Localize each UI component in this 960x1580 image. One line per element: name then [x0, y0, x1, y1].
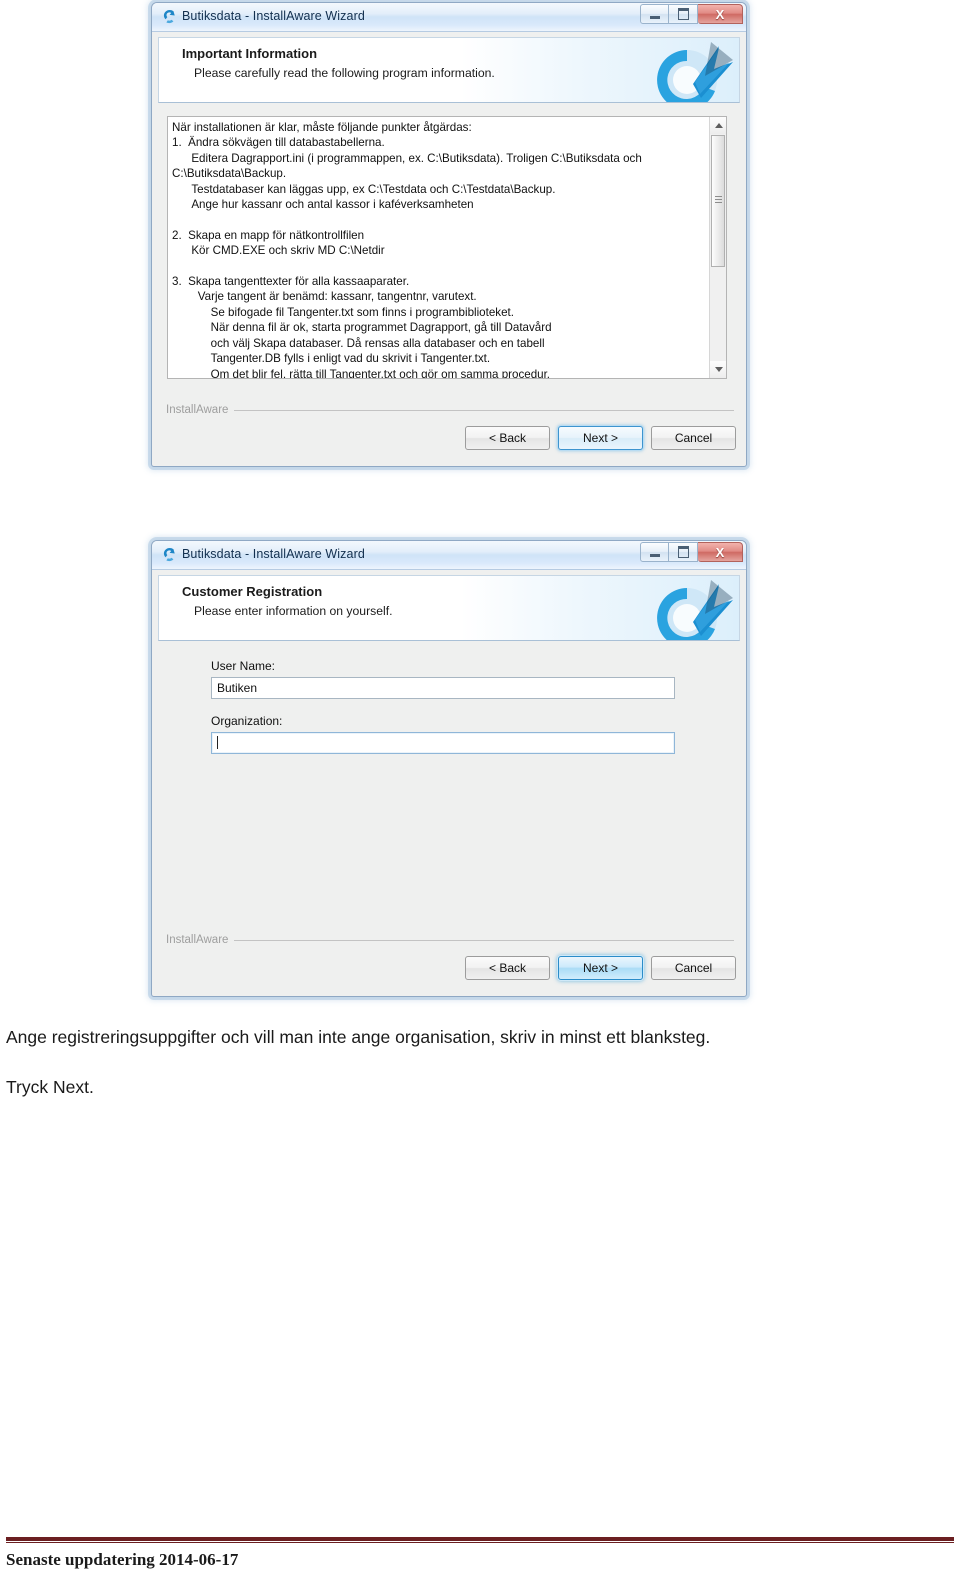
wizard-footer: InstallAware < Back Next > Cancel — [158, 402, 740, 460]
title-bar-text: Butiksdata - InstallAware Wizard — [182, 9, 365, 23]
cancel-button[interactable]: Cancel — [651, 426, 736, 450]
scrollbar-thumb[interactable] — [711, 135, 725, 267]
brand-divider — [234, 939, 734, 941]
wizard-header-band: Important Information Please carefully r… — [158, 37, 740, 103]
user-name-label: User Name: — [211, 659, 276, 673]
brand-row: InstallAware — [166, 404, 734, 416]
text-caret — [217, 736, 218, 749]
wizard-page-subtitle: Please carefully read the following prog… — [194, 66, 495, 80]
organization-label: Organization: — [211, 714, 283, 728]
wizard-page-title: Important Information — [182, 46, 318, 61]
next-button[interactable]: Next > — [558, 956, 643, 980]
blue-circular-arrow-logo — [657, 42, 733, 102]
footer-rule-thick — [6, 1537, 954, 1541]
footer-rule-thin — [6, 1542, 954, 1543]
installaware-swirl-icon — [163, 547, 175, 562]
minimize-button[interactable] — [640, 4, 669, 24]
wizard-footer: InstallAware < Back Next > Cancel — [158, 932, 740, 990]
page-footer: Senaste uppdatering 2014-06-17 — [0, 1537, 960, 1570]
instruction-paragraph-1: Ange registreringsuppgifter och vill man… — [6, 1027, 711, 1047]
next-button[interactable]: Next > — [558, 426, 643, 450]
minimize-icon — [649, 553, 660, 557]
close-icon: X — [715, 6, 725, 22]
installaware-brand-label: InstallAware — [166, 934, 229, 946]
maximize-icon — [677, 8, 689, 20]
installaware-swirl-icon — [163, 9, 175, 24]
back-button[interactable]: < Back — [465, 956, 550, 980]
vertical-scrollbar[interactable] — [709, 117, 726, 378]
blue-circular-arrow-logo — [657, 580, 733, 640]
scroll-down-button[interactable] — [710, 361, 726, 378]
scroll-up-arrow-icon — [714, 123, 723, 128]
information-textbox[interactable]: När installationen är klar, måste följan… — [167, 116, 727, 379]
minimize-button[interactable] — [640, 542, 669, 562]
window-controls[interactable]: X — [640, 542, 743, 563]
wizard-body: När installationen är klar, måste följan… — [158, 103, 740, 402]
brand-row: InstallAware — [166, 934, 734, 946]
information-text: När installationen är klar, måste följan… — [172, 121, 642, 379]
wizard-page-title: Customer Registration — [182, 584, 323, 599]
user-name-value: Butiken — [217, 681, 258, 695]
maximize-button[interactable] — [669, 542, 698, 562]
instruction-paragraph-2: Tryck Next. — [6, 1077, 94, 1097]
title-bar[interactable]: Butiksdata - InstallAware Wizard X — [152, 541, 746, 570]
wizard-button-row[interactable]: < Back Next > Cancel — [465, 956, 736, 980]
installaware-wizard-window-customer-registration[interactable]: Butiksdata - InstallAware Wizard X Custo… — [151, 540, 747, 997]
footer-updated-text: Senaste uppdatering 2014-06-17 — [6, 1550, 239, 1569]
brand-divider — [234, 409, 734, 411]
maximize-icon — [677, 546, 689, 558]
title-bar[interactable]: Butiksdata - InstallAware Wizard X — [152, 3, 746, 32]
minimize-icon — [649, 15, 660, 19]
wizard-header-band: Customer Registration Please enter infor… — [158, 575, 740, 641]
title-bar-text: Butiksdata - InstallAware Wizard — [182, 547, 365, 561]
scroll-down-arrow-icon — [714, 367, 723, 372]
wizard-page-subtitle: Please enter information on yourself. — [194, 604, 393, 618]
close-button[interactable]: X — [698, 542, 743, 562]
cancel-button[interactable]: Cancel — [651, 956, 736, 980]
close-icon: X — [715, 544, 725, 560]
back-button[interactable]: < Back — [465, 426, 550, 450]
scroll-up-button[interactable] — [710, 117, 726, 134]
wizard-body: User Name: Butiken Organization: — [158, 641, 740, 932]
wizard-button-row[interactable]: < Back Next > Cancel — [465, 426, 736, 450]
maximize-button[interactable] — [669, 4, 698, 24]
installaware-brand-label: InstallAware — [166, 404, 229, 416]
organization-input[interactable] — [211, 732, 675, 754]
window-controls[interactable]: X — [640, 4, 743, 25]
user-name-input[interactable]: Butiken — [211, 677, 675, 699]
close-button[interactable]: X — [698, 4, 743, 24]
installaware-wizard-window-important-information[interactable]: Butiksdata - InstallAware Wizard X Impor… — [151, 2, 747, 467]
scrollbar-grip-icon — [715, 196, 722, 203]
